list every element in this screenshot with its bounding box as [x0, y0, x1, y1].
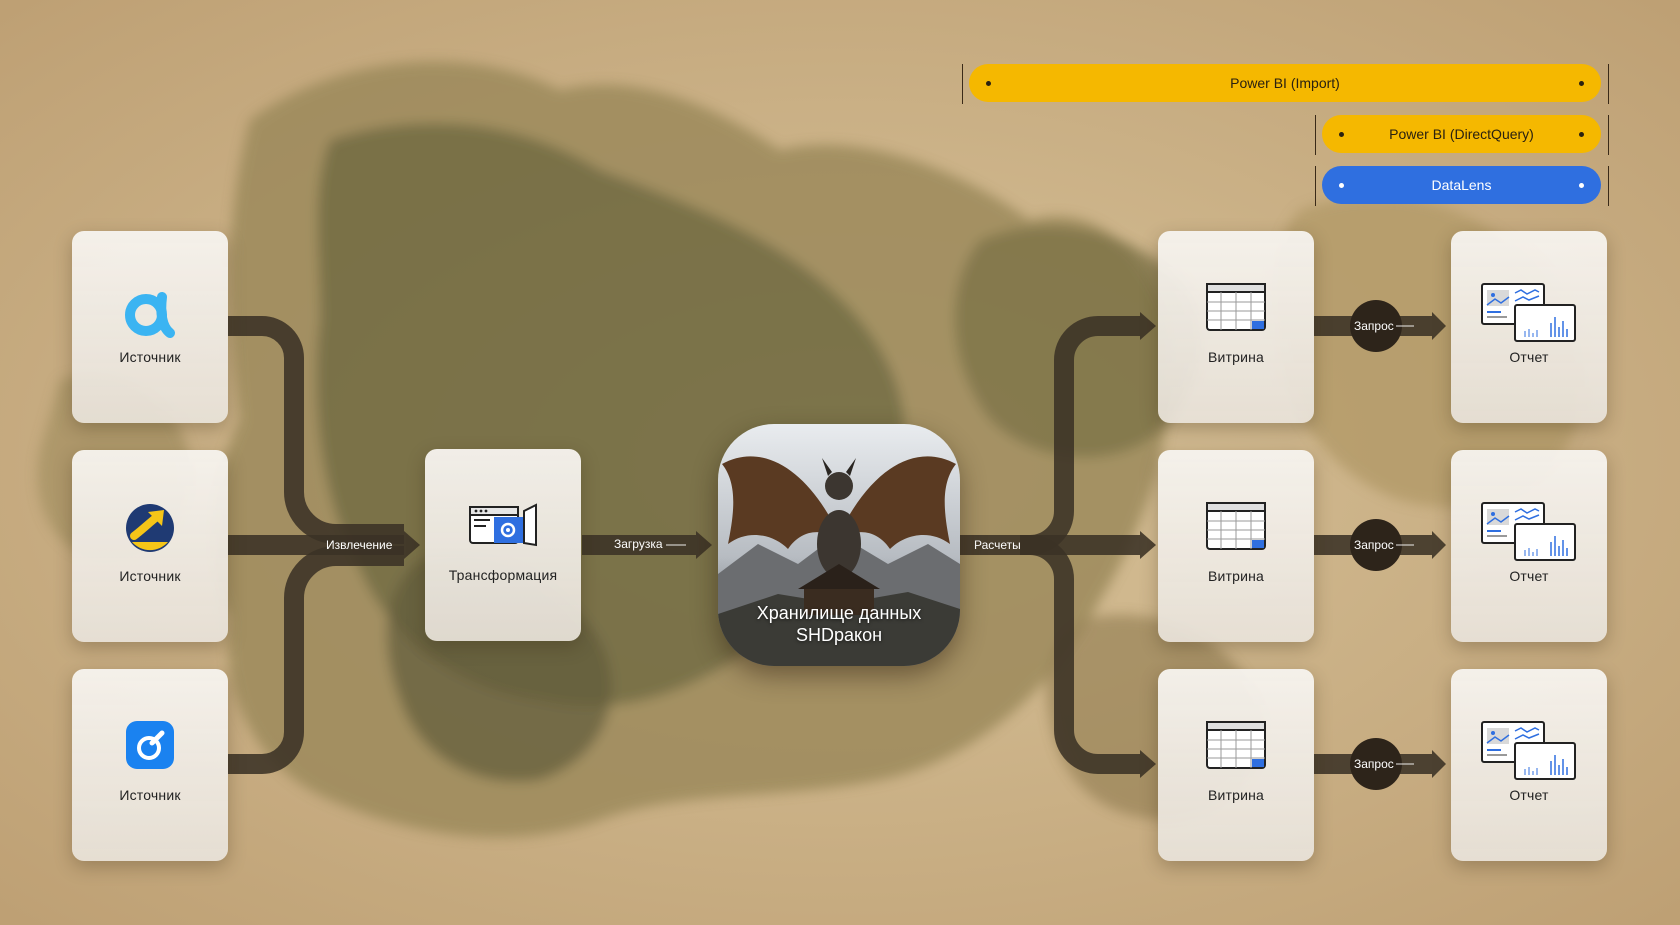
mart-card-3: Витрина — [1158, 669, 1314, 861]
mart-label: Витрина — [1207, 568, 1265, 584]
report-dashboard-icon — [1481, 721, 1576, 780]
arrow-query-3 — [1432, 750, 1446, 778]
transform-label: Трансформация — [448, 567, 558, 583]
arrow-query-2 — [1432, 531, 1446, 559]
source-label: Источник — [119, 568, 181, 584]
gear-window-icon — [469, 503, 537, 547]
mart-card-1: Витрина — [1158, 231, 1314, 423]
powerbi-dq-bracket-left — [1315, 115, 1316, 155]
report-label: Отчет — [1509, 787, 1549, 803]
tool-datalens: DataLens — [1322, 166, 1601, 204]
calc-pipe-top — [1020, 316, 1140, 555]
mart-card-2: Витрина — [1158, 450, 1314, 642]
letter-a-icon — [125, 292, 175, 338]
table-icon — [1206, 502, 1266, 550]
storage-card: Хранилище данных SHDракон — [718, 424, 960, 666]
datalens-bracket-right — [1608, 166, 1609, 206]
report-label: Отчет — [1509, 568, 1549, 584]
calc-pipe-bottom — [1020, 535, 1140, 774]
report-dashboard-icon — [1481, 283, 1576, 342]
pill-dot-right — [1579, 81, 1584, 86]
calc-label: Расчеты — [974, 538, 1021, 552]
storage-title-line2: SHDракон — [795, 625, 883, 645]
arrow-calc-mid — [1140, 531, 1156, 559]
report-card-3: Отчет — [1451, 669, 1607, 861]
arrow-extract — [404, 531, 420, 559]
tool-powerbi-directquery: Power BI (DirectQuery) — [1322, 115, 1601, 153]
powerbi-import-bracket-right — [1608, 64, 1609, 104]
tool-label: Power BI (Import) — [1230, 75, 1340, 91]
pill-dot-left — [1339, 183, 1344, 188]
powerbi-import-bracket-left — [962, 64, 963, 104]
source-card-3: Источник — [72, 669, 228, 861]
arrow-calc-top — [1140, 312, 1156, 340]
table-icon — [1206, 721, 1266, 769]
report-label: Отчет — [1509, 349, 1549, 365]
pill-dot-right — [1579, 132, 1584, 137]
arrow-query-1 — [1432, 312, 1446, 340]
datalens-bracket-left — [1315, 166, 1316, 206]
mart-label: Витрина — [1207, 349, 1265, 365]
pill-dot-left — [986, 81, 991, 86]
yellow-arrow-circle-icon — [126, 504, 174, 552]
tool-label: DataLens — [1431, 177, 1492, 193]
arrow-load — [696, 531, 712, 559]
source-label: Источник — [119, 787, 181, 803]
extract-label: Извлечение — [326, 538, 393, 552]
load-label: Загрузка — [614, 537, 663, 551]
tool-label: Power BI (DirectQuery) — [1389, 126, 1534, 142]
pill-dot-left — [1339, 132, 1344, 137]
arrow-calc-bottom — [1140, 750, 1156, 778]
powerbi-dq-bracket-right — [1608, 115, 1609, 155]
mart-label: Витрина — [1207, 787, 1265, 803]
source-card-2: Источник — [72, 450, 228, 642]
tool-powerbi-import: Power BI (Import) — [969, 64, 1601, 102]
report-dashboard-icon — [1481, 502, 1576, 561]
extract-pipe-bottom — [228, 546, 404, 774]
blue-app-icon — [126, 721, 174, 769]
query-label-1: Запрос — [1354, 319, 1394, 333]
storage-title: Хранилище данных SHDракон — [718, 602, 960, 646]
query-label-2: Запрос — [1354, 538, 1394, 552]
transform-card: Трансформация — [425, 449, 581, 641]
source-label: Источник — [119, 349, 181, 365]
query-label-3: Запрос — [1354, 757, 1394, 771]
report-card-1: Отчет — [1451, 231, 1607, 423]
storage-title-line1: Хранилище данных — [756, 603, 922, 623]
table-icon — [1206, 283, 1266, 331]
report-card-2: Отчет — [1451, 450, 1607, 642]
extract-pipe-top — [228, 316, 404, 544]
pill-dot-right — [1579, 183, 1584, 188]
source-card-1: Источник — [72, 231, 228, 423]
